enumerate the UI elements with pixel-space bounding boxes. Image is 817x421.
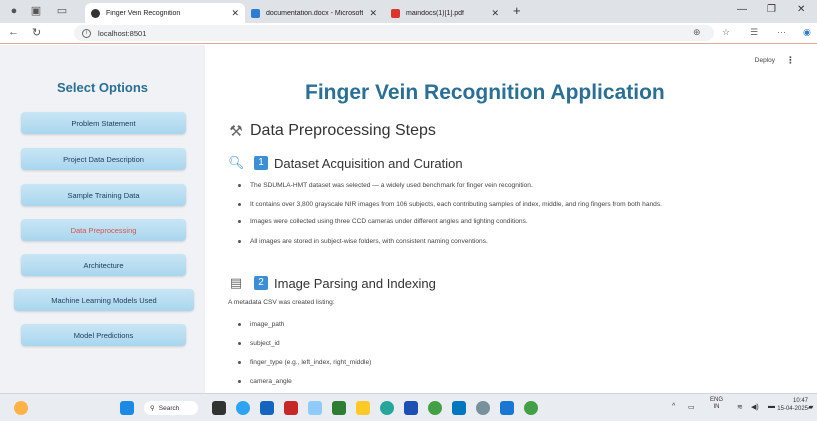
tab-label: documentation.docx - Microsoft xyxy=(266,9,364,17)
file-explorer-icon[interactable] xyxy=(356,401,370,415)
list-item: It contains over 3,800 grayscale NIR ima… xyxy=(238,200,798,210)
sidebar-title: Select Options xyxy=(56,80,149,95)
step2-intro: A metadata CSV was created listing: xyxy=(228,299,335,306)
close-tab-icon[interactable]: ✕ xyxy=(369,8,377,19)
close-tab-icon[interactable]: ✕ xyxy=(231,8,239,19)
pdf-favicon-icon xyxy=(391,8,400,18)
notification-icon[interactable]: ▰ xyxy=(808,403,813,411)
chevron-up-icon[interactable]: ^ xyxy=(672,403,675,410)
list-item: Images were collected using three CCD ca… xyxy=(238,217,798,227)
profile-icon[interactable]: ● xyxy=(8,5,20,17)
list-item: The SDUMLA-HMT dataset was selected — a … xyxy=(238,181,798,191)
tools-icon: ⚒ xyxy=(229,123,243,140)
tab-maindocs[interactable]: maindocs(1)[1].pdf ✕ xyxy=(385,3,505,23)
region-code: IN xyxy=(713,404,720,410)
search-label: Search xyxy=(158,404,180,412)
list-item: image_path xyxy=(238,320,798,330)
sidebar-item-project-data-description[interactable]: Project Data Description xyxy=(21,148,186,170)
tab-finger-vein[interactable]: Finger Vein Recognition ✕ xyxy=(85,3,245,23)
app-icon[interactable] xyxy=(452,401,466,415)
whatsapp-icon[interactable] xyxy=(524,401,538,415)
volume-icon[interactable]: ◀) xyxy=(751,403,759,411)
address-bar: ← ↻ i localhost:8501 ⊕ ☆ ☰ ··· ◉ xyxy=(0,23,817,44)
weather-icon[interactable] xyxy=(14,401,28,415)
site-info-icon[interactable]: i xyxy=(82,28,91,38)
word-favicon-icon xyxy=(251,8,260,18)
page-title: Finger Vein Recognition Application xyxy=(305,81,665,104)
step1-bullet-list: The SDUMLA-HMT dataset was selected — a … xyxy=(238,181,798,246)
start-icon[interactable] xyxy=(120,401,134,415)
zoom-icon[interactable]: ⊕ xyxy=(693,27,701,38)
app-icon[interactable] xyxy=(332,401,346,415)
clock-time: 10:47 xyxy=(792,398,808,404)
language-code: ENG xyxy=(710,397,724,403)
tab-documentation[interactable]: documentation.docx - Microsoft ✕ xyxy=(245,3,383,23)
step2-title: Image Parsing and Indexing xyxy=(274,275,436,291)
sidebar-item-model-predictions[interactable]: Model Predictions xyxy=(21,324,186,346)
tab-actions-icon[interactable]: ▭ xyxy=(56,5,68,17)
restore-icon[interactable]: ❐ xyxy=(767,4,776,15)
document-icon: ▤ xyxy=(229,275,243,290)
list-item: camera_angle xyxy=(238,377,798,387)
battery-icon[interactable]: ▬ xyxy=(768,403,775,410)
sidebar-item-ml-models[interactable]: Machine Learning Models Used xyxy=(14,289,194,311)
favorites-icon[interactable]: ☰ xyxy=(750,27,758,38)
browser-tab-bar: ● ▣ ▭ Finger Vein Recognition ✕ document… xyxy=(0,0,817,23)
sidebar-item-architecture[interactable]: Architecture xyxy=(21,254,186,276)
more-icon[interactable]: ··· xyxy=(777,27,786,37)
section-heading: ⚒ Data Preprocessing Steps xyxy=(228,122,436,140)
streamlit-favicon-icon xyxy=(91,8,100,18)
search-icon: ⚲ xyxy=(150,405,155,412)
sidebar: Select Options Problem Statement Project… xyxy=(0,45,205,393)
sidebar-item-problem-statement[interactable]: Problem Statement xyxy=(21,112,186,134)
app-icon[interactable] xyxy=(284,401,298,415)
app-icon[interactable] xyxy=(308,401,322,415)
sidebar-item-data-preprocessing[interactable]: Data Preprocessing xyxy=(21,219,186,241)
windows-taskbar: ⚲ Search ^ ▭ ENG IN ≋ ◀) ▬ 10:47 15-04-2… xyxy=(0,393,817,421)
copilot-icon[interactable]: ◉ xyxy=(803,27,811,38)
close-window-icon[interactable]: ✕ xyxy=(797,4,805,15)
main-menu-icon[interactable]: ⋮ xyxy=(786,55,795,66)
tab-label: Finger Vein Recognition xyxy=(106,9,181,17)
new-tab-icon[interactable]: + xyxy=(513,3,521,18)
list-item: All images are stored in subject-wise fo… xyxy=(238,237,798,247)
url-text: localhost:8501 xyxy=(98,28,147,38)
task-view-icon[interactable] xyxy=(212,401,226,415)
close-tab-icon[interactable]: ✕ xyxy=(491,8,499,19)
minimize-icon[interactable]: — xyxy=(737,4,747,15)
step1-number-badge: 1 xyxy=(254,156,268,170)
app-icon[interactable] xyxy=(260,401,274,415)
step1-heading: 🔍︎ 1 Dataset Acquisition and Curation xyxy=(228,155,463,171)
clock-date: 15-04-2025 xyxy=(777,406,808,412)
edge-icon[interactable] xyxy=(380,401,394,415)
workspaces-icon[interactable]: ▣ xyxy=(30,5,42,17)
step2-number-badge: 2 xyxy=(254,276,268,290)
step2-bullet-list: image_path subject_id finger_type (e.g.,… xyxy=(238,320,798,387)
list-item: finger_type (e.g., left_index, right_mid… xyxy=(238,358,798,368)
language-indicator[interactable]: ENG IN xyxy=(710,397,723,411)
settings-icon[interactable] xyxy=(476,401,490,415)
back-icon[interactable]: ← xyxy=(8,26,19,38)
vscode-icon[interactable] xyxy=(500,401,514,415)
browser-app-icon[interactable] xyxy=(236,401,250,415)
step1-title: Dataset Acquisition and Curation xyxy=(274,155,463,171)
sidebar-item-sample-training-data[interactable]: Sample Training Data xyxy=(21,184,186,206)
tab-label: maindocs(1)[1].pdf xyxy=(406,9,464,17)
display-icon[interactable]: ▭ xyxy=(688,403,695,411)
taskbar-search[interactable]: ⚲ Search xyxy=(144,401,198,415)
list-item: subject_id xyxy=(238,339,798,349)
refresh-icon[interactable]: ↻ xyxy=(32,26,41,39)
wifi-icon[interactable]: ≋ xyxy=(737,403,743,411)
deploy-button[interactable]: Deploy xyxy=(755,57,775,64)
app-icon[interactable] xyxy=(428,401,442,415)
section-title: Data Preprocessing Steps xyxy=(250,122,436,139)
app-icon[interactable] xyxy=(404,401,418,415)
magnifier-icon: 🔍︎ xyxy=(228,155,245,170)
step2-heading: ▤ 2 Image Parsing and Indexing xyxy=(228,275,436,291)
favorite-star-icon[interactable]: ☆ xyxy=(722,27,730,38)
url-field[interactable]: i localhost:8501 xyxy=(74,25,714,41)
main-content: Deploy ⋮ Finger Vein Recognition Applica… xyxy=(205,45,817,393)
clock[interactable]: 10:47 15-04-2025 xyxy=(776,397,808,413)
